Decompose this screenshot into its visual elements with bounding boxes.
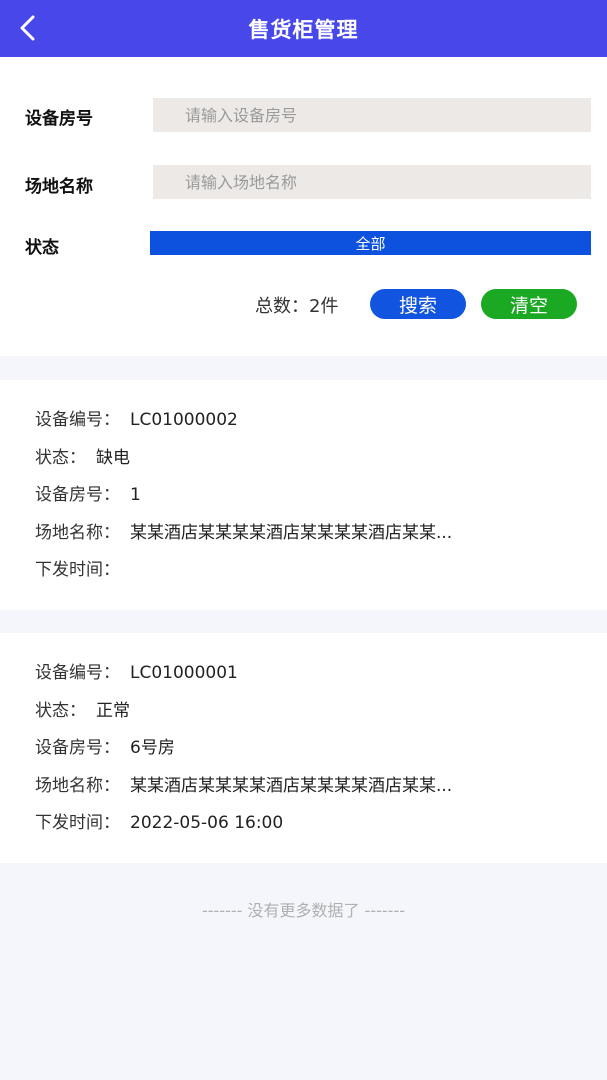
venue-name-label: 场地名称: [25, 177, 93, 197]
room-number-input[interactable]: [153, 98, 591, 132]
record-card[interactable]: 设备编号： LC01000001 状态： 正常 设备房号： 6号房 场地名称： 某某酒店…: [0, 633, 607, 863]
venue-name-input[interactable]: [153, 165, 591, 199]
device-number-row: 设备编号： LC01000002: [35, 410, 238, 430]
search-button[interactable]: 搜索: [370, 289, 466, 319]
status-row: 状态： 缺电: [35, 448, 130, 468]
status-label: 状态: [25, 238, 59, 258]
page-title: 售货柜管理: [248, 17, 359, 42]
clear-button[interactable]: 清空: [481, 289, 577, 319]
chevron-left-icon: [18, 15, 36, 41]
venue-name-row: 场地名称： 某某酒店某某某某酒店某某某某酒店某某...: [35, 523, 453, 543]
venue-name-row: 场地名称： 某某酒店某某某某酒店某某某某酒店某某...: [35, 776, 453, 796]
filter-panel: 设备房号 场地名称 状态 全部 总数：2件 搜索 清空: [0, 57, 607, 356]
status-select[interactable]: 全部: [150, 231, 591, 255]
issue-time-row: 下发时间：: [35, 560, 120, 580]
record-card[interactable]: 设备编号： LC01000002 状态： 缺电 设备房号： 1 场地名称： 某某酒店某某…: [0, 380, 607, 610]
room-number-row: 设备房号： 6号房: [35, 738, 175, 758]
device-number-row: 设备编号： LC01000001: [35, 663, 238, 683]
back-button[interactable]: [18, 10, 54, 46]
top-bar: 售货柜管理: [0, 0, 607, 57]
room-number-label: 设备房号: [25, 109, 93, 129]
no-more-data-text: ------- 没有更多数据了 -------: [201, 901, 405, 920]
issue-time-row: 下发时间： 2022-05-06 16:00: [35, 813, 284, 833]
status-row: 状态： 正常: [35, 701, 130, 721]
room-number-row: 设备房号： 1: [35, 485, 141, 505]
total-count: 总数：2件: [255, 296, 339, 317]
